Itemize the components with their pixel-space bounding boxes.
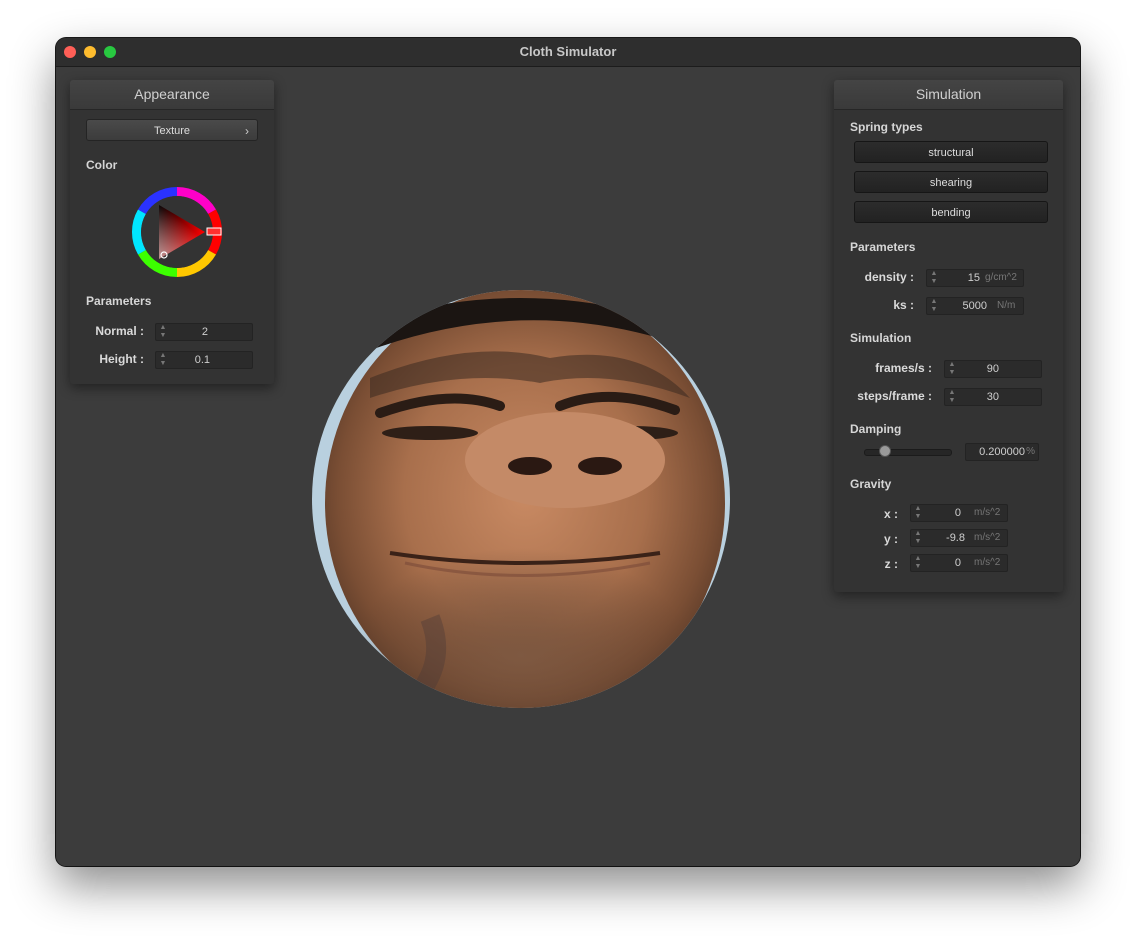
gravity-y-value: -9.8 [946,532,965,544]
ks-label: ks : [893,298,914,312]
bending-toggle[interactable]: bending [854,201,1048,223]
stepper-arrows-icon[interactable]: ▲ ▼ [159,324,167,340]
steps-per-frame-value: 30 [986,391,999,403]
stepper-arrows-icon[interactable]: ▲ ▼ [914,530,922,546]
ks-stepper[interactable]: ▲ ▼ 5000 N/m [926,297,1024,315]
gravity-z-value: 0 [954,557,961,569]
normal-label: Normal : [95,324,144,338]
color-label: Color [86,158,118,172]
window-title: Cloth Simulator [519,44,617,59]
normal-value: 2 [201,326,208,338]
stepper-arrows-icon[interactable]: ▲ ▼ [948,389,956,405]
gravity-x-stepper[interactable]: ▲ ▼ 0 m/s^2 [910,504,1008,522]
title-bar[interactable]: Cloth Simulator [56,38,1080,67]
chevron-right-icon: › [245,124,249,138]
app-window: Cloth Simulator Appearance Texture › Col… [56,38,1080,866]
spring-types-label: Spring types [850,120,923,134]
appearance-panel: Appearance Texture › Color Parameters No… [70,80,274,384]
gravity-x-label: x : [883,507,898,521]
height-value: 0.1 [194,354,210,366]
gravity-y-stepper[interactable]: ▲ ▼ -9.8 m/s^2 [910,529,1008,547]
stepper-arrows-icon[interactable]: ▲ ▼ [914,505,922,521]
damping-slider[interactable] [864,449,952,456]
height-label: Height : [99,352,144,366]
texture-button-label: Texture [153,125,191,137]
simulation-panel: Simulation Spring types structural shear… [834,80,1063,592]
gravity-z-stepper[interactable]: ▲ ▼ 0 m/s^2 [910,554,1008,572]
simulation-panel-header[interactable]: Simulation [834,80,1063,110]
texture-button[interactable]: Texture › [86,119,258,141]
height-stepper[interactable]: ▲ ▼ 0.1 [155,351,253,369]
frames-per-s-stepper[interactable]: ▲ ▼ 90 [944,360,1042,378]
stepper-arrows-icon[interactable]: ▲ ▼ [930,270,938,286]
stepper-arrows-icon[interactable]: ▲ ▼ [914,555,922,571]
ks-value: 5000 [962,300,987,312]
ks-unit: N/m [997,300,1016,311]
damping-value: 0.200000 [979,446,1025,458]
density-value: 15 [967,272,980,284]
appearance-panel-header[interactable]: Appearance [70,80,274,110]
gravity-x-unit: m/s^2 [974,507,1001,518]
gravity-x-value: 0 [954,507,961,519]
stepper-arrows-icon[interactable]: ▲ ▼ [948,361,956,377]
density-stepper[interactable]: ▲ ▼ 15 g/cm^2 [926,269,1024,287]
gravity-label: Gravity [850,477,892,491]
cloth-sphere[interactable] [310,288,732,710]
damping-value-box[interactable]: 0.200000 % [965,443,1039,461]
stepper-arrows-icon[interactable]: ▲ ▼ [930,298,938,314]
stepper-arrows-icon[interactable]: ▲ ▼ [159,352,167,368]
sim-parameters-label: Parameters [850,240,916,254]
gravity-z-label: z : [884,557,898,571]
gravity-z-unit: m/s^2 [974,557,1001,568]
frames-per-s-label: frames/s : [875,361,932,375]
density-label: density : [864,270,914,284]
color-wheel[interactable] [129,184,225,280]
gravity-y-label: y : [883,532,898,546]
damping-unit: % [1026,446,1035,457]
density-unit: g/cm^2 [985,272,1017,283]
simulation-section-label: Simulation [850,331,912,345]
render-viewport[interactable]: Appearance Texture › Color Parameters No… [56,67,1080,866]
steps-per-frame-label: steps/frame : [857,389,932,403]
gravity-y-unit: m/s^2 [974,532,1001,543]
damping-label: Damping [850,422,902,436]
frames-per-s-value: 90 [986,363,999,375]
appearance-parameters-label: Parameters [86,294,152,308]
structural-toggle[interactable]: structural [854,141,1048,163]
shearing-toggle[interactable]: shearing [854,171,1048,193]
steps-per-frame-stepper[interactable]: ▲ ▼ 30 [944,388,1042,406]
normal-stepper[interactable]: ▲ ▼ 2 [155,323,253,341]
